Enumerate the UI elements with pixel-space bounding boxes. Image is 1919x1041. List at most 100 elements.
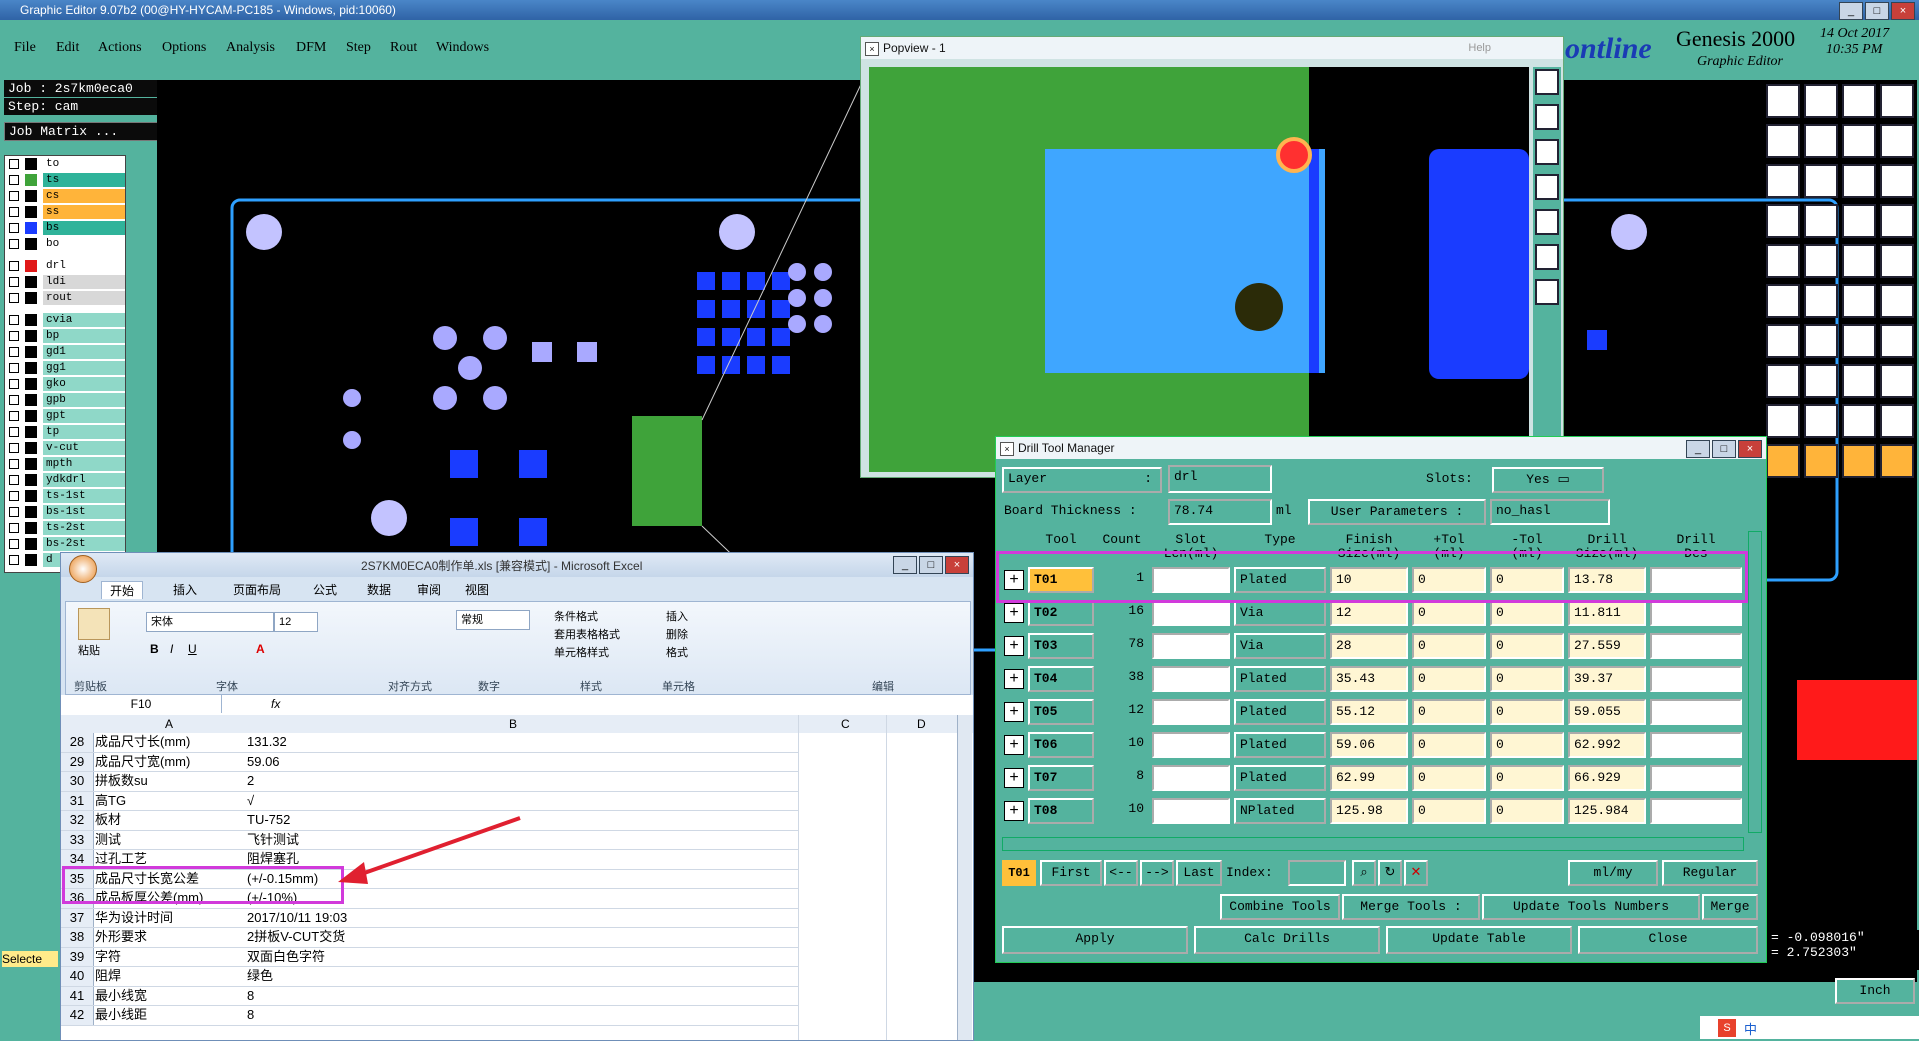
row-number[interactable]: 28: [61, 733, 94, 752]
cell-slot[interactable]: [1152, 765, 1230, 791]
cell-des[interactable]: [1650, 732, 1742, 758]
cell-b[interactable]: 8: [247, 987, 797, 1006]
prev-button[interactable]: <--: [1104, 860, 1138, 886]
ribbon-tab[interactable]: 开始: [101, 581, 144, 599]
cell-ptol[interactable]: 0: [1412, 633, 1486, 659]
layer-checkbox[interactable]: [9, 443, 19, 453]
layer-row[interactable]: cs: [5, 189, 125, 203]
expand-row-icon[interactable]: +: [1004, 603, 1024, 623]
layer-swatch[interactable]: [25, 158, 37, 170]
layer-field[interactable]: drl: [1168, 465, 1272, 493]
layer-row[interactable]: ts: [5, 173, 125, 187]
next-button[interactable]: -->: [1140, 860, 1174, 886]
excel-maximize-button[interactable]: □: [919, 556, 943, 574]
layer-name[interactable]: cs: [43, 189, 125, 203]
layer-swatch[interactable]: [25, 458, 37, 470]
zoom-tool-icon[interactable]: [1535, 104, 1559, 130]
tool-icon[interactable]: [1766, 244, 1800, 278]
zoom-tool-icon[interactable]: [1535, 69, 1559, 95]
cell-des[interactable]: [1650, 765, 1742, 791]
index-field[interactable]: [1288, 860, 1346, 886]
layer-row[interactable]: ss: [5, 205, 125, 219]
expand-row-icon[interactable]: +: [1004, 702, 1024, 722]
row-number[interactable]: 31: [61, 791, 94, 811]
layer-name[interactable]: rout: [43, 291, 125, 305]
layer-row[interactable]: gko: [5, 377, 125, 391]
tool-icon[interactable]: [1880, 124, 1914, 158]
layer-name[interactable]: tp: [43, 425, 125, 439]
tool-icon[interactable]: [1880, 204, 1914, 238]
layer-swatch[interactable]: [25, 362, 37, 374]
cell-slot[interactable]: [1152, 633, 1230, 659]
layer-row[interactable]: gd1: [5, 345, 125, 359]
layer-checkbox[interactable]: [9, 159, 19, 169]
layer-checkbox[interactable]: [9, 491, 19, 501]
cell-mtol[interactable]: 0: [1490, 699, 1564, 725]
cell-finish[interactable]: 28: [1330, 633, 1408, 659]
minimize-button[interactable]: _: [1839, 2, 1863, 20]
layer-checkbox[interactable]: [9, 175, 19, 185]
horizontal-scrollbar[interactable]: [1002, 837, 1744, 851]
ribbon-tab[interactable]: 数据: [367, 581, 391, 598]
cell-type[interactable]: Via: [1234, 600, 1326, 626]
cell-mtol[interactable]: 0: [1490, 600, 1564, 626]
cell-a[interactable]: 测试: [95, 831, 241, 850]
sheet-scrollbar[interactable]: [957, 715, 972, 1040]
tool-icon[interactable]: [1880, 404, 1914, 438]
cell-tool[interactable]: T08: [1028, 798, 1094, 824]
tool-icon[interactable]: [1842, 244, 1876, 278]
ribbon-tab[interactable]: 插入: [173, 581, 197, 598]
layer-swatch[interactable]: [25, 506, 37, 518]
layer-name[interactable]: ts-2st: [43, 521, 125, 535]
cell-slot[interactable]: [1152, 798, 1230, 824]
cell-ptol[interactable]: 0: [1412, 798, 1486, 824]
layer-swatch[interactable]: [25, 554, 37, 566]
cell-b[interactable]: 131.32: [247, 733, 797, 752]
zoom-tool-icon[interactable]: [1535, 139, 1559, 165]
layer-swatch[interactable]: [25, 378, 37, 390]
layer-swatch[interactable]: [25, 394, 37, 406]
cell-mtol[interactable]: 0: [1490, 798, 1564, 824]
cell-mtol[interactable]: 0: [1490, 633, 1564, 659]
layer-checkbox[interactable]: [9, 239, 19, 249]
cond-format-button[interactable]: 条件格式: [554, 608, 598, 624]
italic-button[interactable]: I: [170, 642, 173, 656]
expand-row-icon[interactable]: +: [1004, 768, 1024, 788]
tool-icon[interactable]: [1804, 444, 1838, 478]
layer-checkbox[interactable]: [9, 277, 19, 287]
search-icon[interactable]: ⌕: [1352, 860, 1376, 886]
layer-swatch[interactable]: [25, 314, 37, 326]
expand-row-icon[interactable]: +: [1004, 801, 1024, 821]
slots-dropdown[interactable]: Yes ▭: [1492, 467, 1604, 493]
layer-swatch[interactable]: [25, 276, 37, 288]
layer-swatch[interactable]: [25, 238, 37, 250]
vertical-scrollbar[interactable]: [1748, 531, 1762, 833]
layer-name[interactable]: ldi: [43, 275, 125, 289]
cell-b[interactable]: 2017/10/11 19:03: [247, 909, 797, 928]
layer-swatch[interactable]: [25, 538, 37, 550]
cell-ptol[interactable]: 0: [1412, 666, 1486, 692]
expand-row-icon[interactable]: +: [1004, 669, 1024, 689]
popview-help[interactable]: Help: [1468, 37, 1491, 59]
menu-analysis[interactable]: Analysis: [226, 40, 275, 56]
underline-button[interactable]: U: [188, 642, 197, 656]
units-button[interactable]: Inch: [1835, 978, 1915, 1004]
ime-language[interactable]: 中: [1744, 1019, 1757, 1038]
layer-checkbox[interactable]: [9, 555, 19, 565]
layer-swatch[interactable]: [25, 522, 37, 534]
layer-name[interactable]: ss: [43, 205, 125, 219]
layer-name[interactable]: v-cut: [43, 441, 125, 455]
layer-swatch[interactable]: [25, 426, 37, 438]
cell-a[interactable]: 阻焊: [95, 967, 241, 986]
tool-icon[interactable]: [1880, 84, 1914, 118]
user-params-field[interactable]: no_hasl: [1490, 499, 1610, 525]
tool-icon[interactable]: [1766, 164, 1800, 198]
last-button[interactable]: Last: [1176, 860, 1222, 886]
row-number[interactable]: 38: [61, 928, 94, 947]
layer-row[interactable]: bp: [5, 329, 125, 343]
layer-name[interactable]: mpth: [43, 457, 125, 471]
popview-titlebar[interactable]: × Popview - 1 Help: [861, 37, 1563, 59]
apply-button[interactable]: Apply: [1002, 926, 1188, 954]
layer-checkbox[interactable]: [9, 261, 19, 271]
cell-tool[interactable]: T03: [1028, 633, 1094, 659]
